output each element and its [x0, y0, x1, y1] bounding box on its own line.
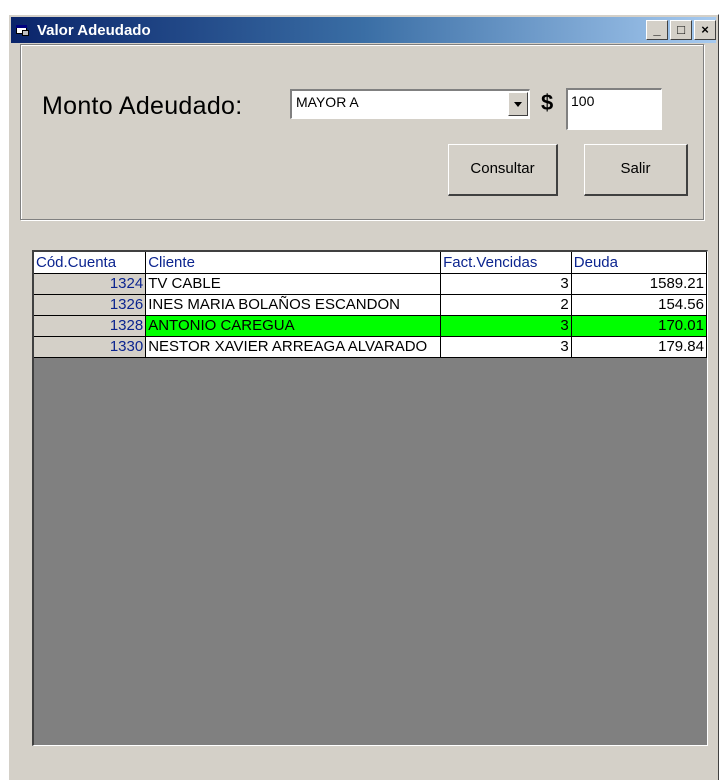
cell-deuda: 1589.21 [571, 273, 708, 295]
cell-cliente: ANTONIO CAREGUA [145, 315, 442, 337]
app-window-icon [15, 22, 31, 38]
cell-cliente: INES MARIA BOLAÑOS ESCANDON [145, 294, 442, 316]
table-row[interactable]: 1324 TV CABLE 3 1589.21 [34, 273, 708, 295]
salir-button[interactable]: Salir [584, 144, 688, 196]
column-header-cod-cuenta[interactable]: Cód.Cuenta [34, 252, 147, 274]
cell-cuenta: 1326 [34, 294, 147, 316]
table-row-selected[interactable]: 1328 ANTONIO CAREGUA 3 170.01 [34, 315, 708, 337]
operator-value: MAYOR A [296, 94, 359, 110]
cell-cuenta: 1330 [34, 336, 147, 358]
amount-input[interactable]: 100 [566, 88, 662, 130]
column-header-deuda[interactable]: Deuda [571, 252, 708, 274]
cell-cuenta: 1324 [34, 273, 147, 295]
cell-deuda: 179.84 [571, 336, 708, 358]
combobox-dropdown-button[interactable] [508, 92, 528, 116]
title-bar[interactable]: Valor Adeudado _ □ × [11, 17, 716, 43]
cell-deuda: 154.56 [571, 294, 708, 316]
chevron-down-icon [514, 102, 522, 107]
results-grid[interactable]: Cód.Cuenta Cliente Fact.Vencidas Deuda 1… [32, 250, 708, 746]
window-title: Valor Adeudado [37, 21, 151, 39]
consultar-button[interactable]: Consultar [448, 144, 558, 196]
maximize-button[interactable]: □ [670, 20, 692, 40]
operator-combobox[interactable]: MAYOR A [290, 89, 530, 119]
cell-cliente: TV CABLE [145, 273, 442, 295]
table-row[interactable]: 1330 NESTOR XAVIER ARREAGA ALVARADO 3 17… [34, 336, 708, 358]
column-header-fact-vencidas[interactable]: Fact.Vencidas [440, 252, 572, 274]
window-controls: _ □ × [644, 20, 716, 40]
results-table: Cód.Cuenta Cliente Fact.Vencidas Deuda 1… [34, 252, 708, 358]
monto-adeudado-label: Monto Adeudado: [42, 92, 243, 120]
cell-vencidas: 3 [440, 315, 572, 337]
cell-vencidas: 3 [440, 336, 572, 358]
minimize-button[interactable]: _ [646, 20, 668, 40]
close-button[interactable]: × [694, 20, 716, 40]
cell-deuda: 170.01 [571, 315, 708, 337]
cell-cuenta: 1328 [34, 315, 147, 337]
column-header-cliente[interactable]: Cliente [145, 252, 442, 274]
cell-cliente: NESTOR XAVIER ARREAGA ALVARADO [145, 336, 442, 358]
currency-symbol: $ [541, 90, 554, 115]
table-row[interactable]: 1326 INES MARIA BOLAÑOS ESCANDON 2 154.5… [34, 294, 708, 316]
cell-vencidas: 3 [440, 273, 572, 295]
cell-vencidas: 2 [440, 294, 572, 316]
table-header-row: Cód.Cuenta Cliente Fact.Vencidas Deuda [34, 252, 708, 274]
